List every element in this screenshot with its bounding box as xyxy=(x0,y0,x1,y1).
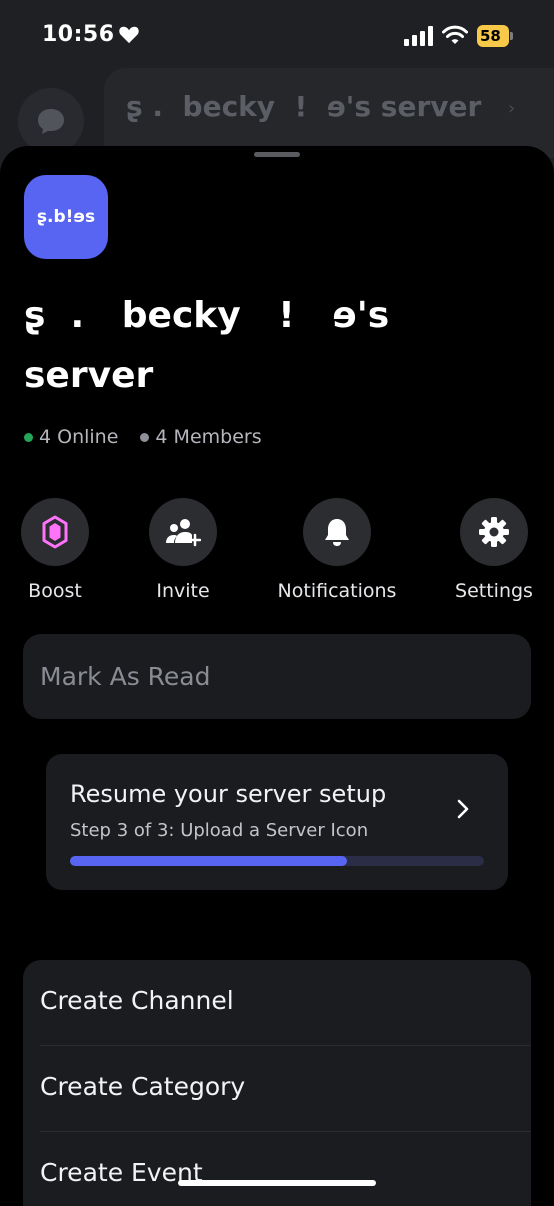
invite-label: Invite xyxy=(156,580,210,602)
create-event-item[interactable]: Create Event xyxy=(40,1132,531,1206)
chevron-right-icon: › xyxy=(508,98,516,119)
create-channel-label: Create Channel xyxy=(40,986,234,1015)
notifications-circle xyxy=(303,498,371,566)
cellular-signal-icon xyxy=(404,26,433,46)
server-icon-text: ʂ.b!ɘs xyxy=(36,207,96,227)
create-menu: Create Channel Create Category Create Ev… xyxy=(23,960,531,1206)
server-menu-sheet: ʂ.b!ɘs ʂ . becky ! ɘ's server 4 Online 4… xyxy=(0,146,554,1206)
gear-icon xyxy=(479,517,509,547)
chevron-right-icon xyxy=(457,799,469,819)
sheet-grabber[interactable] xyxy=(254,152,300,157)
notifications-button[interactable]: Notifications xyxy=(277,498,397,602)
create-channel-item[interactable]: Create Channel xyxy=(40,960,531,1046)
notifications-label: Notifications xyxy=(277,580,397,602)
settings-label: Settings xyxy=(455,580,533,602)
setup-step: Step 3 of 3: Upload a Server Icon xyxy=(70,820,369,841)
boost-gem-icon xyxy=(42,515,68,549)
chat-bubble-icon xyxy=(38,109,64,134)
boost-label: Boost xyxy=(28,580,82,602)
status-time: 10:56 xyxy=(42,22,115,47)
online-status-dot xyxy=(24,432,33,442)
server-setup-card[interactable]: Resume your server setup Step 3 of 3: Up… xyxy=(46,754,508,890)
settings-button[interactable]: Settings xyxy=(434,498,554,602)
settings-circle xyxy=(460,498,528,566)
status-bar: 10:56 58 xyxy=(0,0,554,70)
server-icon: ʂ.b!ɘs xyxy=(24,175,108,259)
wifi-icon xyxy=(442,25,468,44)
direct-messages-button[interactable] xyxy=(18,88,84,154)
battery-level: 58 xyxy=(477,25,509,47)
setup-progress-fill xyxy=(70,856,348,866)
create-category-label: Create Category xyxy=(40,1072,246,1101)
heart-icon xyxy=(119,26,139,44)
create-category-item[interactable]: Create Category xyxy=(40,1046,531,1132)
battery-icon: 58 xyxy=(477,25,515,47)
setup-progress-bar xyxy=(70,856,484,866)
member-count: 4 Members xyxy=(155,426,262,448)
members-status-dot xyxy=(140,432,150,442)
invite-button[interactable]: Invite xyxy=(123,498,243,602)
invite-user-icon xyxy=(166,519,201,547)
setup-title: Resume your server setup xyxy=(70,780,387,808)
mark-as-read-button[interactable]: Mark As Read xyxy=(23,634,531,719)
quick-actions: Boost Invite Notifications Settings xyxy=(0,498,554,608)
online-count: 4 Online xyxy=(39,426,119,448)
boost-button[interactable]: Boost xyxy=(0,498,115,602)
home-indicator[interactable] xyxy=(178,1180,376,1186)
boost-circle xyxy=(21,498,89,566)
server-stats: 4 Online 4 Members xyxy=(24,426,262,448)
server-name: ʂ . becky ! ɘ's server xyxy=(24,295,402,396)
background-server-name: ʂ . becky ! ɘ's server xyxy=(126,90,482,123)
mark-as-read-label: Mark As Read xyxy=(40,662,211,691)
bell-icon xyxy=(325,519,349,546)
invite-circle xyxy=(149,498,217,566)
